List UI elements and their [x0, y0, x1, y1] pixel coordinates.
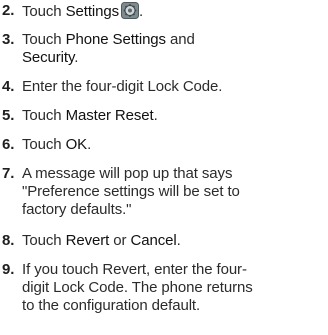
step-text: Enter the four-digit Lock Code. — [22, 78, 223, 95]
step-text: Touch — [22, 31, 66, 48]
step-text-line: A message will pop up that says — [22, 165, 233, 182]
step-number: 4. — [2, 78, 15, 95]
step-text-line: "Preference settings will be set to — [22, 183, 240, 200]
step-text-end: . — [153, 107, 158, 124]
step-text: Touch — [22, 136, 66, 153]
step-text-end: . — [139, 3, 144, 20]
keyword-settings: Settings — [65, 3, 120, 20]
step-number: 6. — [2, 136, 15, 153]
instructions-document: 2. Touch Settings . 3. Touch Phone Setti… — [0, 0, 328, 335]
keyword-cancel: Cancel — [130, 232, 177, 249]
keyword-ok: OK — [65, 136, 88, 153]
step-number: 8. — [2, 232, 15, 249]
step-number: 9. — [2, 261, 15, 278]
step-text-line: digit Lock Code. The phone returns — [22, 279, 253, 296]
step-text: or — [109, 232, 131, 249]
step-number: 7. — [2, 165, 15, 182]
step-text: Touch — [22, 232, 66, 249]
step-text: Touch — [22, 107, 66, 124]
keyword-phone-settings: Phone Settings — [65, 31, 166, 48]
keyword-master-reset: Master Reset — [65, 107, 154, 124]
keyword-revert: Revert — [65, 232, 110, 249]
step-text-line: to the configuration default. — [22, 297, 201, 314]
step-text: Touch — [22, 3, 66, 20]
step-text-line: If you touch Revert, enter the four- — [22, 261, 247, 278]
keyword-security: Security — [22, 49, 75, 66]
step-number: 3. — [2, 31, 15, 48]
step-number: 5. — [2, 107, 15, 124]
step-text-line: factory defaults." — [22, 201, 132, 218]
settings-gear-icon — [121, 2, 140, 19]
step-text-end: . — [176, 232, 181, 249]
step-number: 2. — [2, 2, 15, 19]
step-text-end: . — [87, 136, 92, 153]
step-text-end: . — [74, 49, 79, 66]
step-text: and — [165, 31, 195, 48]
